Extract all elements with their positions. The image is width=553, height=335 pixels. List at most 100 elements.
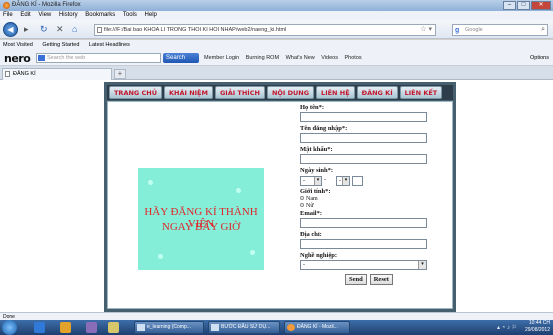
firefox-icon xyxy=(287,324,295,331)
site-menu-lien-ket[interactable]: LIÊN KẾT xyxy=(399,86,443,99)
occupation-select[interactable]: - ▾ xyxy=(300,260,427,270)
nero-link-videos[interactable]: Videos xyxy=(321,55,338,61)
search-engine-label: Google xyxy=(465,27,483,33)
search-icon[interactable]: ⌕ xyxy=(541,25,545,35)
username-input[interactable] xyxy=(300,133,427,143)
send-button[interactable]: Send xyxy=(345,274,367,285)
url-text: file:///F:/Bai bao KHOA LI TRONG THOI KI… xyxy=(104,27,287,33)
site-menu-lien-he[interactable]: LIÊN HỆ xyxy=(316,86,355,99)
reset-button[interactable]: Reset xyxy=(369,274,393,285)
banner-line-2: NGAY BÂY GIỜ xyxy=(161,221,241,233)
tab-bar: ĐĂNG KÍ + xyxy=(0,66,553,80)
bookmark-latest-headlines[interactable]: Latest Headlines xyxy=(89,42,130,48)
reload-icon[interactable]: ↻ xyxy=(40,25,48,34)
site-frame: TRANG CHỦ KHÁI NIỆM GIẢI THÍCH NỘI DUNG … xyxy=(104,82,456,312)
taskbar-item-firefox[interactable]: ĐĂNG KÍ - Mozil... xyxy=(284,321,350,334)
home-icon[interactable]: ⌂ xyxy=(72,25,77,34)
gender-male-option[interactable]: Nam xyxy=(300,196,452,203)
menu-bar: File Edit View History Bookmarks Tools H… xyxy=(0,11,553,20)
maximize-button[interactable]: □ xyxy=(517,1,530,10)
menu-file[interactable]: File xyxy=(3,12,13,18)
birthdate-label: Ngày sinh*: xyxy=(300,167,334,174)
ie-icon[interactable] xyxy=(34,322,45,333)
menu-help[interactable]: Help xyxy=(145,12,157,18)
window-titlebar: ĐĂNG KÍ - Mozilla Firefox – □ ✕ xyxy=(0,0,553,11)
clock: 10:44 CH 29/08/2012 xyxy=(525,320,550,334)
status-bar: Done xyxy=(0,312,553,320)
url-bar[interactable]: file:///F:/Bai bao KHOA LI TRONG THOI KI… xyxy=(94,24,436,36)
occupation-value: - xyxy=(303,262,305,268)
folder-icon[interactable] xyxy=(108,322,119,333)
address-label: Địa chỉ: xyxy=(300,231,322,238)
new-tab-button[interactable]: + xyxy=(114,69,126,79)
site-menu-giai-thich[interactable]: GIẢI THÍCH xyxy=(214,86,265,99)
bookmark-most-visited[interactable]: Most Visited xyxy=(3,42,33,48)
site-menu: TRANG CHỦ KHÁI NIỆM GIẢI THÍCH NỘI DUNG … xyxy=(107,85,453,100)
taskbar-item-elearning[interactable]: e_learning (Comp... xyxy=(134,321,204,334)
nero-link-burning-rom[interactable]: Burning ROM xyxy=(246,55,279,61)
stop-icon[interactable]: ✕ xyxy=(56,25,64,34)
banner-sparkle xyxy=(158,254,163,259)
tray-icons[interactable]: ▴ ◔ ♪ ⚐ xyxy=(497,324,517,331)
site-menu-noi-dung[interactable]: NỘI DUNG xyxy=(266,86,315,99)
birth-separator: - xyxy=(324,176,326,183)
minimize-button[interactable]: – xyxy=(503,1,516,10)
search-box[interactable]: g Google ⌕ xyxy=(452,24,548,36)
firefox-icon xyxy=(3,2,10,9)
nero-toolbar: nero Search the web Search Member Login … xyxy=(0,50,553,66)
nero-link-member-login[interactable]: Member Login xyxy=(204,55,239,61)
birth-year-input[interactable] xyxy=(352,175,363,186)
fullname-input[interactable] xyxy=(300,112,427,122)
bookmark-getting-started[interactable]: Getting Started xyxy=(42,42,79,48)
bookmark-star-icon[interactable]: ☆ ▾ xyxy=(420,25,432,35)
nero-search-button[interactable]: Search xyxy=(163,53,199,63)
radio-icon[interactable] xyxy=(300,203,304,207)
password-input[interactable] xyxy=(300,154,427,164)
nero-search-icon xyxy=(38,55,45,61)
signup-banner: HÃY ĐĂNG KÍ THÀNH VIÊN NGAY BÂY GIỜ xyxy=(138,168,264,270)
start-button[interactable] xyxy=(2,320,17,335)
tab-page-icon xyxy=(5,71,10,77)
nero-options[interactable]: Options xyxy=(530,50,549,66)
explorer-icon[interactable] xyxy=(60,322,71,333)
taskbar-item-word[interactable]: BƯỚC ĐẦU SỬ DỤ... xyxy=(208,321,280,334)
gender-female-label: Nữ xyxy=(306,203,314,209)
menu-history[interactable]: History xyxy=(59,12,78,18)
registration-panel: HÃY ĐĂNG KÍ THÀNH VIÊN NGAY BÂY GIỜ Họ t… xyxy=(107,101,453,309)
occupation-label: Nghề nghiệp: xyxy=(300,252,338,259)
tab-dang-ki[interactable]: ĐĂNG KÍ xyxy=(2,68,112,80)
fullname-label: Họ tên*: xyxy=(300,104,325,111)
birthdate-fields: - ▾ - - ▾ xyxy=(300,175,452,186)
banner-sparkle xyxy=(148,180,153,185)
birth-day-select[interactable]: - ▾ xyxy=(300,175,322,186)
forward-icon[interactable]: ▸ xyxy=(24,25,29,34)
site-menu-trang-chu[interactable]: TRANG CHỦ xyxy=(109,86,162,99)
window-title: ĐĂNG KÍ - Mozilla Firefox xyxy=(12,2,81,8)
site-menu-khai-niem[interactable]: KHÁI NIỆM xyxy=(164,86,213,99)
radio-icon[interactable] xyxy=(300,196,304,200)
menu-bookmarks[interactable]: Bookmarks xyxy=(85,12,115,18)
close-button[interactable]: ✕ xyxy=(531,1,551,10)
taskbar-item-label: ĐĂNG KÍ - Mozil... xyxy=(297,324,338,330)
chevron-down-icon: ▾ xyxy=(314,176,321,185)
email-input[interactable] xyxy=(300,218,427,228)
back-icon[interactable]: ◀ xyxy=(3,22,18,37)
menu-tools[interactable]: Tools xyxy=(123,12,137,18)
menu-edit[interactable]: Edit xyxy=(20,12,30,18)
nero-link-whats-new[interactable]: What's New xyxy=(286,55,315,61)
birth-month-select[interactable]: - ▾ xyxy=(336,175,350,186)
window-controls: – □ ✕ xyxy=(503,1,551,10)
gender-female-option[interactable]: Nữ xyxy=(300,203,452,210)
menu-view[interactable]: View xyxy=(38,12,51,18)
nero-search-input[interactable]: Search the web xyxy=(36,53,161,63)
nero-link-photos[interactable]: Photos xyxy=(345,55,362,61)
site-menu-dang-ki[interactable]: ĐĂNG KÍ xyxy=(356,86,398,99)
email-label: Email*: xyxy=(300,210,323,217)
clock-date: 29/08/2012 xyxy=(524,327,550,333)
address-input[interactable] xyxy=(300,239,427,249)
media-icon[interactable] xyxy=(86,322,97,333)
chevron-down-icon: ▾ xyxy=(418,261,426,269)
google-icon: g xyxy=(455,27,460,34)
page-content: TRANG CHỦ KHÁI NIỆM GIẢI THÍCH NỘI DUNG … xyxy=(0,80,553,312)
nero-links: Member Login Burning ROM What's New Vide… xyxy=(204,50,367,66)
